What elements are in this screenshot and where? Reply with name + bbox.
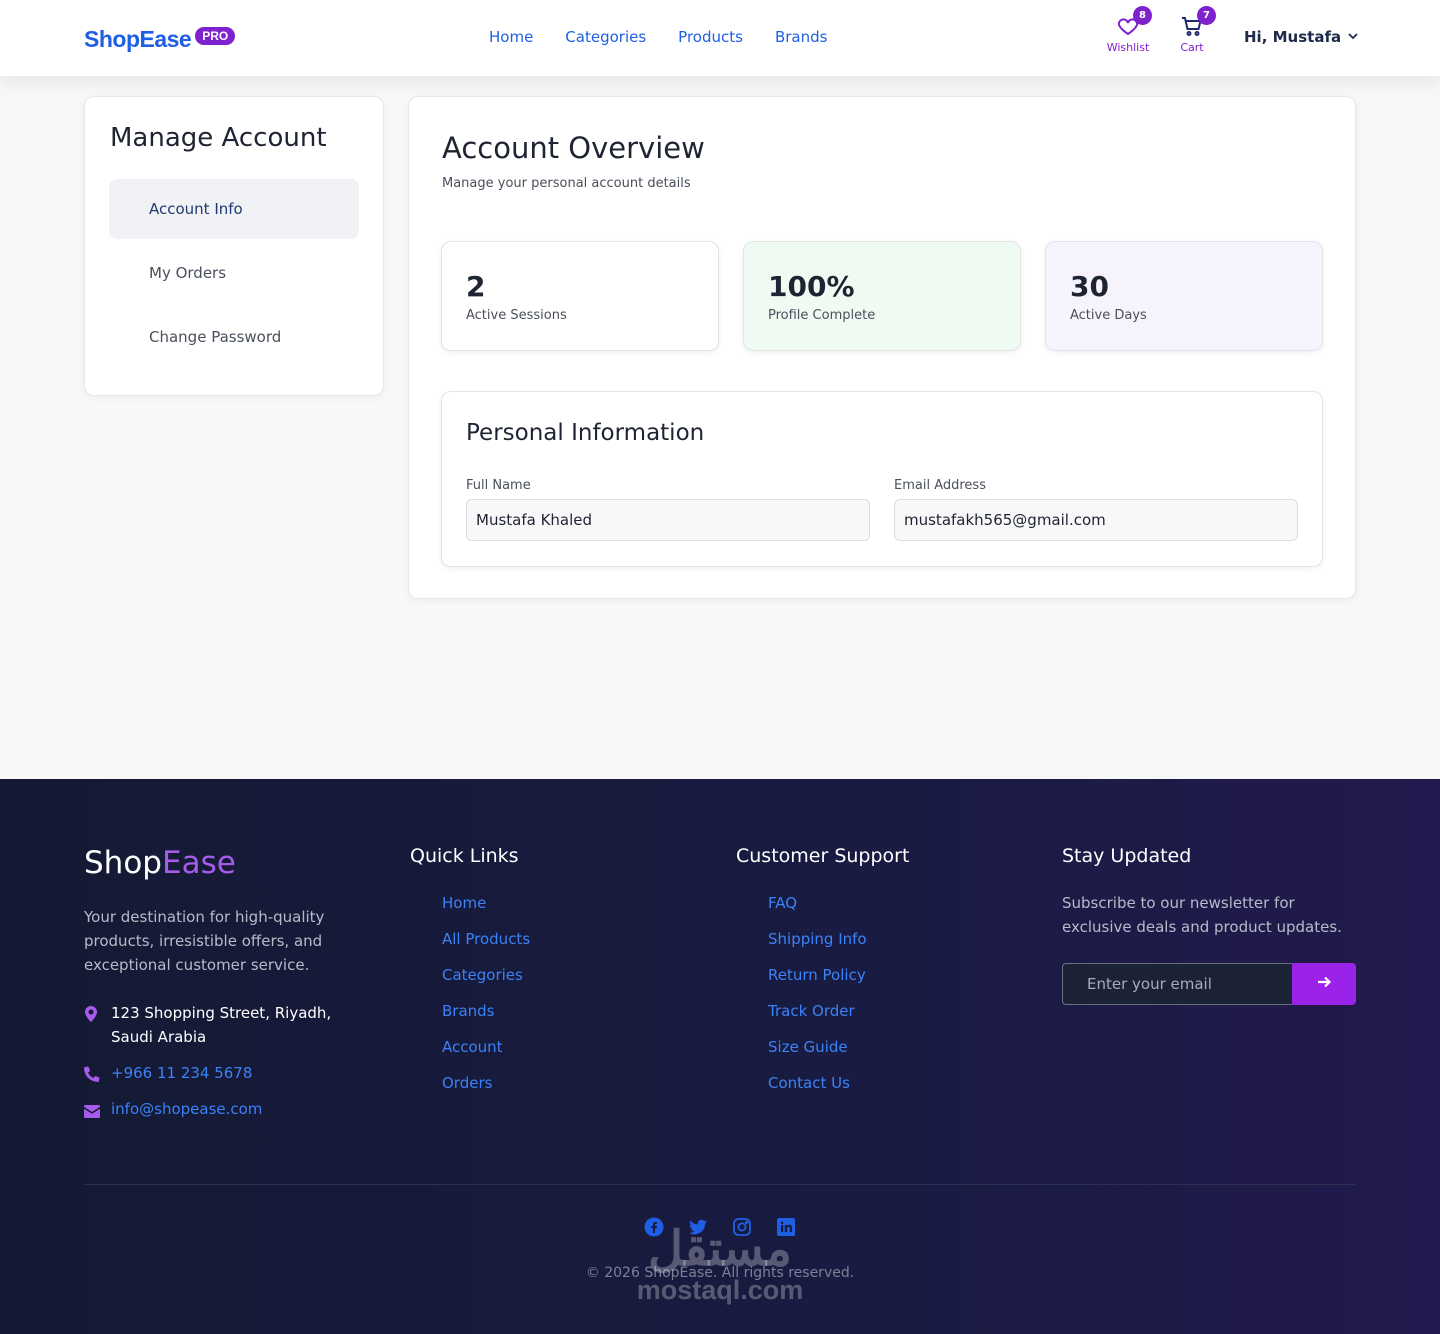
watermark-url: mostaql.com	[636, 1275, 804, 1305]
stat-card-profile: 100% Profile Complete	[743, 241, 1021, 351]
nav-products[interactable]: Products	[678, 28, 743, 46]
email-label: Email Address	[894, 478, 986, 493]
personal-info-card: Personal Information Full Name Email Add…	[441, 391, 1323, 567]
newsletter-submit-button[interactable]	[1292, 963, 1356, 1005]
stat-label: Profile Complete	[768, 308, 876, 323]
logo-text: ShopEase	[84, 26, 192, 52]
support-links-list: FAQ Shipping Info Return Policy Track Or…	[736, 891, 867, 1107]
arrow-right-icon	[1316, 974, 1332, 994]
sidebar-title: Manage Account	[110, 123, 327, 153]
logo[interactable]: ShopEase PRO	[84, 26, 236, 53]
stat-card-sessions: 2 Active Sessions	[441, 241, 719, 351]
nav-categories[interactable]: Categories	[565, 28, 646, 46]
sidebar-item-my-orders[interactable]: My Orders	[109, 243, 359, 303]
footer-logo-shop: Shop	[84, 845, 162, 881]
stat-label: Active Sessions	[466, 308, 567, 323]
email-link[interactable]: info@shopease.com	[111, 1097, 371, 1121]
footer-logo-ease: Ease	[161, 845, 236, 881]
cart-count-badge: 7	[1197, 6, 1216, 25]
wishlist-button[interactable]: 8 Wishlist	[1098, 6, 1158, 54]
personal-info-title: Personal Information	[466, 420, 705, 446]
wishlist-count-badge: 8	[1133, 6, 1152, 25]
page-subtitle: Manage your personal account details	[442, 176, 691, 191]
footer-link-orders[interactable]: Orders	[410, 1071, 530, 1107]
cart-label: Cart	[1180, 41, 1204, 54]
newsletter-text: Subscribe to our newsletter for exclusiv…	[1062, 894, 1342, 936]
footer-logo[interactable]: ShopEase	[84, 845, 236, 881]
footer-divider	[84, 1184, 1356, 1185]
cart-button[interactable]: 7 Cart	[1162, 6, 1222, 54]
logo-pro-badge: PRO	[195, 26, 236, 45]
footer-link-categories[interactable]: Categories	[410, 963, 530, 999]
footer-link-return-policy[interactable]: Return Policy	[736, 963, 867, 999]
quick-links-title: Quick Links	[410, 845, 519, 867]
newsletter-email-input[interactable]	[1062, 963, 1292, 1005]
sidebar-item-label: Account Info	[149, 200, 243, 218]
stat-card-days: 30 Active Days	[1045, 241, 1323, 351]
footer-link-shipping-info[interactable]: Shipping Info	[736, 927, 867, 963]
footer-link-track-order[interactable]: Track Order	[736, 999, 867, 1035]
user-greeting: Hi, Mustafa	[1244, 28, 1342, 46]
footer-phone[interactable]: +966 11 234 5678	[83, 1061, 371, 1089]
address-text: 123 Shopping Street, Riyadh, Saudi Arabi…	[111, 1004, 332, 1046]
cart-icon: 7	[1180, 6, 1216, 38]
customer-support-title: Customer Support	[736, 845, 910, 867]
stat-value: 2	[466, 270, 486, 303]
footer-link-all-products[interactable]: All Products	[410, 927, 530, 963]
main-nav: Home Categories Products Brands	[489, 28, 827, 46]
nav-home[interactable]: Home	[489, 28, 533, 46]
sidebar-item-change-password[interactable]: Change Password	[109, 307, 359, 367]
site-footer: ShopEase Your destination for high-quali…	[0, 779, 1440, 1334]
footer-link-faq[interactable]: FAQ	[736, 891, 867, 927]
chevron-down-icon	[1347, 28, 1359, 46]
footer-address: 123 Shopping Street, Riyadh, Saudi Arabi…	[84, 1001, 371, 1049]
footer-link-home[interactable]: Home	[410, 891, 530, 927]
quick-links-list: Home All Products Categories Brands Acco…	[410, 891, 530, 1107]
sidebar-item-label: My Orders	[149, 264, 227, 282]
page-title: Account Overview	[442, 131, 705, 165]
sidebar-item-label: Change Password	[149, 328, 282, 346]
footer-link-brands[interactable]: Brands	[410, 999, 530, 1035]
full-name-label: Full Name	[466, 478, 531, 493]
full-name-field[interactable]	[466, 499, 870, 541]
newsletter-title: Stay Updated	[1062, 845, 1192, 867]
user-menu[interactable]: Hi, Mustafa	[1244, 28, 1359, 46]
phone-icon	[83, 1061, 111, 1089]
footer-description: Your destination for high-quality produc…	[84, 908, 325, 974]
footer-link-size-guide[interactable]: Size Guide	[736, 1035, 867, 1071]
watermark-arabic: مستقل	[648, 1223, 792, 1276]
sidebar-item-account-info[interactable]: Account Info	[109, 179, 359, 239]
footer-link-account[interactable]: Account	[410, 1035, 530, 1071]
phone-link[interactable]: +966 11 234 5678	[111, 1061, 371, 1085]
heart-icon: 8	[1116, 6, 1152, 38]
wishlist-label: Wishlist	[1106, 41, 1150, 54]
site-header: ShopEase PRO Home Categories Products Br…	[0, 0, 1440, 76]
account-overview-card: Account Overview Manage your personal ac…	[408, 96, 1356, 599]
email-field[interactable]	[894, 499, 1298, 541]
stat-value: 30	[1070, 270, 1109, 303]
account-sidebar: Manage Account Account Info My Orders Ch…	[84, 96, 384, 396]
stat-value: 100%	[768, 270, 855, 303]
footer-link-contact-us[interactable]: Contact Us	[736, 1071, 867, 1107]
stat-label: Active Days	[1070, 308, 1147, 323]
nav-brands[interactable]: Brands	[775, 28, 828, 46]
map-pin-icon	[84, 1001, 111, 1029]
watermark: مستقل mostaql.com	[620, 1223, 820, 1305]
envelope-icon	[84, 1097, 111, 1125]
footer-email[interactable]: info@shopease.com	[84, 1097, 371, 1125]
